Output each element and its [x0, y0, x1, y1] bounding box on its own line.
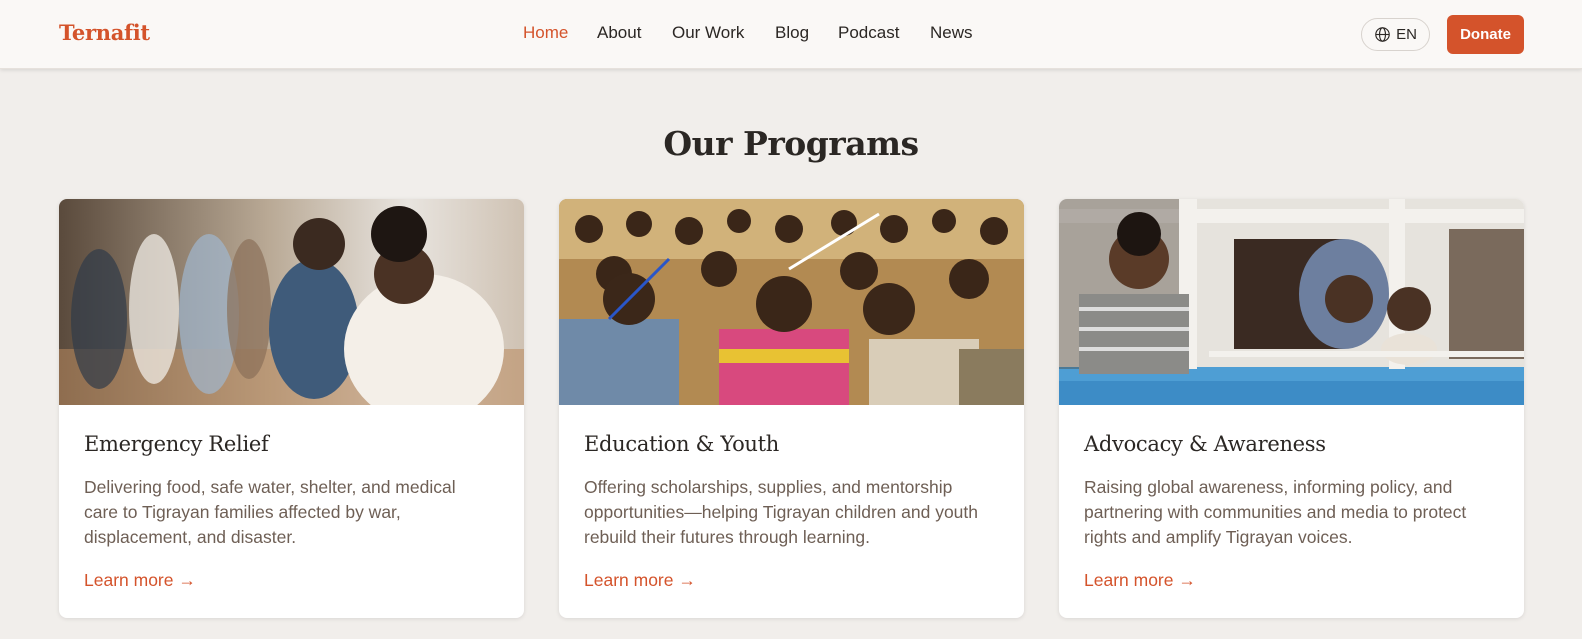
- site-header: Ternafit Home About Our Work Blog Podcas…: [0, 0, 1582, 69]
- nav-home[interactable]: Home: [523, 23, 568, 43]
- card-image-education-youth: [559, 199, 1024, 405]
- section-title: Our Programs: [663, 124, 919, 163]
- card-description: Raising global awareness, informing poli…: [1084, 477, 1467, 547]
- card-title: Advocacy & Awareness: [1084, 432, 1326, 456]
- nav-podcast[interactable]: Podcast: [838, 23, 899, 43]
- program-card-emergency-relief: Emergency Relief Delivering food, safe w…: [59, 199, 524, 618]
- nav-news[interactable]: News: [930, 23, 973, 43]
- language-selector[interactable]: EN: [1361, 18, 1430, 51]
- program-card-education-youth: Education & Youth Offering scholarships,…: [559, 199, 1024, 618]
- nav-blog[interactable]: Blog: [775, 23, 809, 43]
- language-label: EN: [1396, 26, 1417, 43]
- card-description: Offering scholarships, supplies, and men…: [584, 477, 979, 547]
- card-image-advocacy-awareness: [1059, 199, 1524, 405]
- learn-more-link[interactable]: Learn more →: [584, 570, 696, 591]
- program-card-advocacy-awareness: Advocacy & Awareness Raising global awar…: [1059, 199, 1524, 618]
- nav-our-work[interactable]: Our Work: [672, 23, 744, 43]
- donate-button[interactable]: Donate: [1447, 15, 1524, 54]
- main-nav: Home About Our Work Blog Podcast News: [0, 23, 1582, 47]
- globe-icon: [1375, 27, 1390, 42]
- card-title: Education & Youth: [584, 432, 780, 456]
- nav-about[interactable]: About: [597, 23, 641, 43]
- learn-more-link[interactable]: Learn more →: [1084, 570, 1196, 591]
- learn-more-link[interactable]: Learn more →: [84, 570, 196, 591]
- card-title: Emergency Relief: [84, 432, 269, 456]
- card-image-emergency-relief: [59, 199, 524, 405]
- card-description: Delivering food, safe water, shelter, an…: [84, 477, 456, 547]
